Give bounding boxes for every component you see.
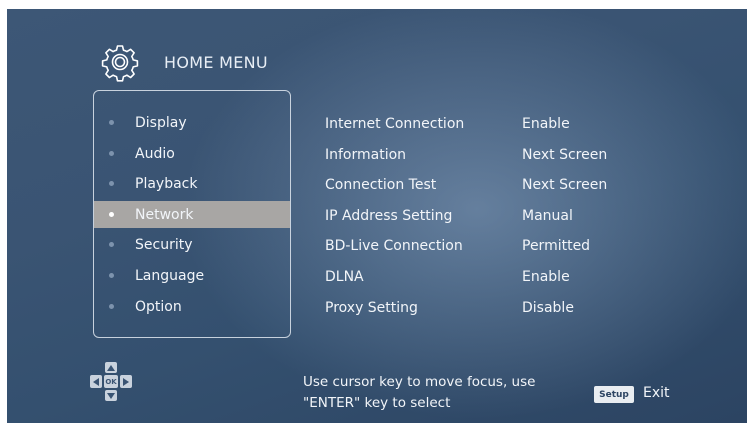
hint-line-1: Use cursor key to move focus, use — [303, 374, 536, 390]
setting-name: Information — [325, 147, 407, 163]
setting-ip-address[interactable]: IP Address Setting Manual — [325, 203, 655, 229]
setting-connection-test[interactable]: Connection Test Next Screen — [325, 172, 655, 198]
setting-value: Next Screen — [522, 177, 608, 193]
menu-item-label: Security — [135, 236, 193, 253]
bullet-icon — [109, 273, 114, 278]
home-menu-screen: HOME MENU Display Audio Playback Network… — [7, 9, 747, 423]
setup-key-icon: Setup — [594, 386, 634, 403]
menu-item-option[interactable]: Option — [94, 293, 290, 320]
setting-name: Proxy Setting — [325, 300, 418, 316]
setting-value: Manual — [522, 208, 573, 224]
arrow-right-icon — [120, 375, 132, 388]
arrow-left-icon — [90, 375, 102, 388]
menu-item-language[interactable]: Language — [94, 262, 290, 289]
menu-item-audio[interactable]: Audio — [94, 140, 290, 167]
bullet-icon — [109, 151, 114, 156]
category-menu: Display Audio Playback Network Security … — [93, 90, 291, 338]
menu-item-label: Language — [135, 267, 205, 284]
setting-value: Next Screen — [522, 147, 608, 163]
bullet-icon — [109, 120, 114, 125]
bullet-icon — [109, 242, 114, 247]
menu-item-label: Playback — [135, 175, 198, 192]
menu-item-network[interactable]: Network — [94, 201, 290, 228]
header: HOME MENU — [100, 42, 268, 82]
setting-name: Internet Connection — [325, 116, 465, 132]
menu-item-label: Network — [135, 206, 194, 223]
setting-value: Enable — [522, 269, 570, 285]
menu-item-display[interactable]: Display — [94, 109, 290, 136]
ok-key-icon: OK — [104, 375, 118, 388]
setting-bd-live-connection[interactable]: BD-Live Connection Permitted — [325, 233, 655, 259]
setting-name: Connection Test — [325, 177, 437, 193]
setting-value: Disable — [522, 300, 574, 316]
setting-internet-connection[interactable]: Internet Connection Enable — [325, 111, 655, 137]
setting-name: BD-Live Connection — [325, 238, 463, 254]
setting-value: Enable — [522, 116, 570, 132]
menu-item-label: Audio — [135, 145, 175, 162]
navigation-hint: Use cursor key to move focus, use "ENTER… — [303, 372, 535, 414]
hint-line-2: "ENTER" key to select — [303, 395, 451, 411]
arrow-down-icon — [105, 390, 117, 401]
exit-label[interactable]: Exit — [643, 385, 670, 401]
setting-name: DLNA — [325, 269, 364, 285]
gear-icon — [101, 45, 139, 82]
menu-item-label: Option — [135, 298, 182, 315]
menu-item-playback[interactable]: Playback — [94, 170, 290, 197]
bullet-icon — [109, 304, 114, 309]
page-title: HOME MENU — [164, 52, 268, 72]
setting-name: IP Address Setting — [325, 208, 453, 224]
menu-item-security[interactable]: Security — [94, 231, 290, 258]
menu-item-label: Display — [135, 114, 187, 131]
dpad-icon: OK — [87, 362, 137, 412]
setting-proxy[interactable]: Proxy Setting Disable — [325, 295, 655, 321]
setting-dlna[interactable]: DLNA Enable — [325, 264, 655, 290]
arrow-up-icon — [105, 362, 117, 373]
setting-value: Permitted — [522, 238, 591, 254]
setting-information[interactable]: Information Next Screen — [325, 142, 655, 168]
bullet-icon — [109, 212, 114, 217]
bullet-icon — [109, 181, 114, 186]
